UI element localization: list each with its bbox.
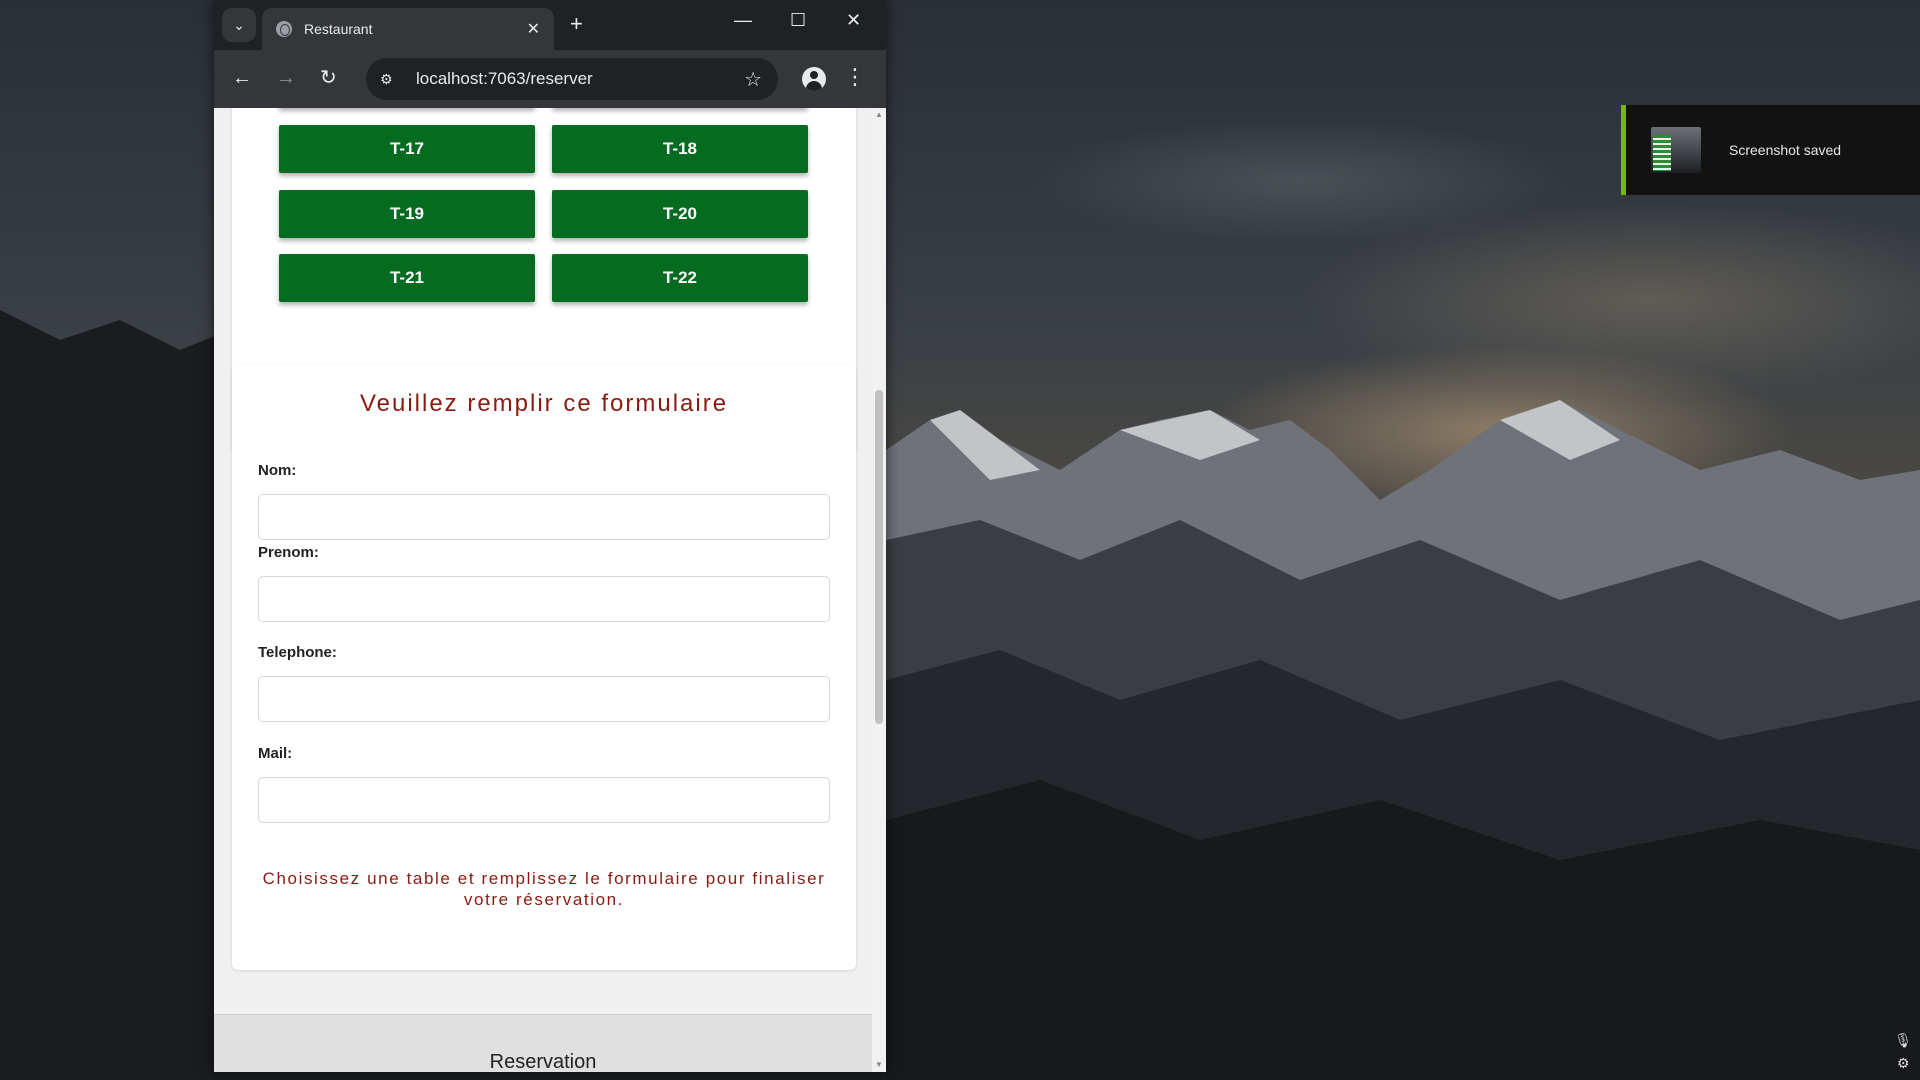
mail-input[interactable]: [258, 777, 830, 823]
page-viewport: T-17 T-18 T-19 T-20 T-21 T-22 Veuillez r…: [214, 108, 886, 1072]
page-footer: Reservation: [214, 1014, 872, 1072]
tune-icon[interactable]: ⚙: [380, 71, 404, 88]
globe-icon: [276, 21, 292, 37]
screenshot-thumbnail: [1651, 127, 1701, 173]
star-icon[interactable]: ☆: [744, 67, 762, 92]
scroll-thumb[interactable]: [875, 390, 883, 724]
browser-window: ⌄ Restaurant ✕ + — ☐ ✕ ← → ↻ ⚙ localhost…: [214, 0, 886, 1072]
person-icon[interactable]: [802, 67, 826, 91]
telephone-label: Telephone:: [258, 644, 337, 661]
kebab-menu-icon[interactable]: ⋮: [844, 64, 866, 90]
arrow-left-icon[interactable]: ←: [232, 67, 252, 89]
nom-input[interactable]: [258, 494, 830, 540]
screenshot-notification[interactable]: Screenshot saved: [1621, 105, 1920, 195]
notification-text: Screenshot saved: [1729, 142, 1842, 158]
settings-icon[interactable]: ⚙: [1897, 1055, 1910, 1072]
minimize-icon[interactable]: —: [734, 10, 752, 31]
chevron-down-icon[interactable]: ⌄: [222, 8, 256, 42]
tab-restaurant[interactable]: Restaurant ✕: [262, 8, 554, 50]
maximize-icon[interactable]: ☐: [790, 10, 806, 31]
scroll-down-arrow-icon[interactable]: ▼: [875, 1060, 883, 1069]
system-tray: 🎙 ⚙: [1894, 1032, 1912, 1072]
table-button-t20[interactable]: T-20: [552, 190, 808, 238]
reload-icon[interactable]: ↻: [320, 67, 337, 89]
url-text[interactable]: localhost:7063/reserver: [416, 69, 744, 89]
form-title: Veuillez remplir ce formulaire: [359, 390, 729, 417]
browser-toolbar: ← → ↻ ⚙ localhost:7063/reserver ☆ ⋮: [214, 50, 886, 108]
table-button-t19[interactable]: T-19: [279, 190, 535, 238]
table-button-t22[interactable]: T-22: [552, 254, 808, 302]
mail-label: Mail:: [258, 745, 293, 762]
plus-icon[interactable]: +: [570, 12, 583, 36]
close-icon[interactable]: ✕: [527, 19, 540, 39]
form-hint: Choisissez une table et remplissez le fo…: [262, 869, 826, 909]
footer-title: Reservation: [489, 1051, 597, 1072]
scroll-up-arrow-icon[interactable]: ▲: [875, 110, 883, 119]
close-window-icon[interactable]: ✕: [846, 10, 861, 31]
table-button-t18[interactable]: T-18: [552, 125, 808, 173]
telephone-input[interactable]: [258, 676, 830, 722]
table-button-t17[interactable]: T-17: [279, 125, 535, 173]
prenom-input[interactable]: [258, 576, 830, 622]
nom-label: Nom:: [258, 462, 297, 479]
tab-title: Restaurant: [304, 21, 373, 37]
tab-strip: ⌄ Restaurant ✕ + — ☐ ✕: [214, 0, 886, 50]
prenom-label: Prenom:: [258, 544, 319, 561]
vertical-scrollbar[interactable]: ▲ ▼: [872, 108, 886, 1072]
arrow-right-icon[interactable]: →: [276, 67, 296, 89]
address-bar[interactable]: ⚙ localhost:7063/reserver ☆: [366, 58, 778, 100]
table-button-t21[interactable]: T-21: [279, 254, 535, 302]
microphone-icon[interactable]: 🎙: [1894, 1032, 1912, 1049]
reservation-form-card: Veuillez remplir ce formulaire Nom: Pren…: [232, 364, 856, 970]
